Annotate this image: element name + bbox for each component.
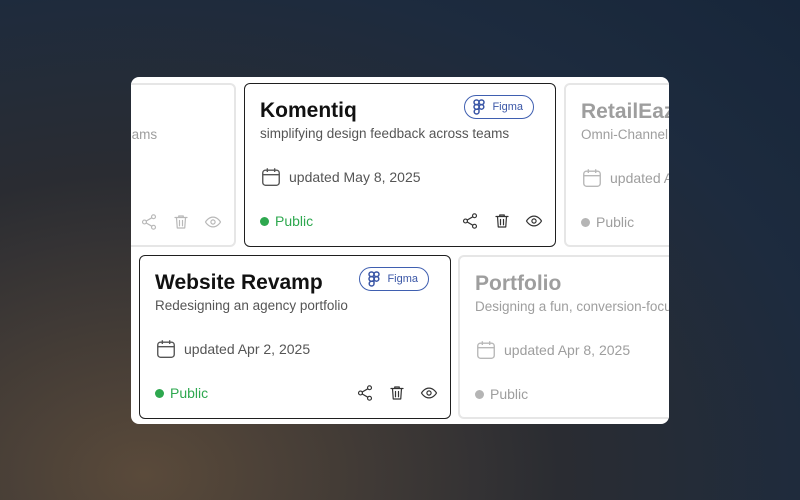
card-actions <box>461 212 543 230</box>
updated-date: updated Apr 2, 2025 <box>184 341 311 357</box>
calendar-icon <box>260 166 282 188</box>
updated-date: updated Apr 8, 2025 <box>504 342 631 358</box>
figma-icon <box>368 271 381 287</box>
updated-date: updated May 8, 2025 <box>289 169 421 185</box>
figma-badge[interactable]: Figma <box>359 267 429 291</box>
status-dot <box>155 388 164 398</box>
project-card-website-revamp[interactable]: Website Revamp Figma Redesigning an agen… <box>139 255 451 419</box>
project-card-retaileaze[interactable]: RetailEaze Omni-Channel updated Apr Publ… <box>564 83 669 247</box>
figma-icon <box>473 99 486 115</box>
status-label: Public <box>596 214 635 230</box>
project-title: RetailEaze <box>581 100 669 123</box>
project-description: Omni-Channel <box>581 127 669 142</box>
card-actions <box>140 213 222 231</box>
project-description: Designing a fun, conversion-focused <box>475 299 669 314</box>
projects-panel: simplifying design feedback across teams… <box>131 77 669 424</box>
share-icon[interactable] <box>356 384 374 402</box>
visibility-status: Public <box>155 385 208 401</box>
updated-row: updated Apr 8, 2025 <box>475 339 630 361</box>
project-title: Komentiq <box>260 99 357 122</box>
project-card[interactable]: simplifying design feedback across teams <box>131 83 236 247</box>
visibility-status: Public <box>581 214 634 230</box>
calendar-icon <box>475 339 497 361</box>
project-card-komentiq[interactable]: Komentiq Figma simplifying design feedba… <box>244 83 556 247</box>
share-icon[interactable] <box>461 212 479 230</box>
updated-row: updated May 8, 2025 <box>260 166 421 188</box>
trash-icon[interactable] <box>493 212 511 230</box>
updated-date: updated Apr <box>610 170 669 186</box>
badge-label: Figma <box>387 273 418 285</box>
trash-icon[interactable] <box>388 384 406 402</box>
project-description: simplifying design feedback across teams <box>131 127 158 142</box>
status-dot <box>260 216 269 226</box>
project-title: Website Revamp <box>155 271 323 294</box>
badge-label: Figma <box>492 101 523 113</box>
status-dot <box>581 217 590 227</box>
project-description: Redesigning an agency portfolio <box>155 298 348 313</box>
updated-row: updated Apr 2, 2025 <box>155 338 310 360</box>
visibility-status: Public <box>260 213 313 229</box>
status-label: Public <box>490 386 529 402</box>
updated-row: updated Apr <box>581 167 669 189</box>
project-card-portfolio[interactable]: Portfolio Designing a fun, conversion-fo… <box>458 255 669 419</box>
status-label: Public <box>275 213 314 229</box>
trash-icon[interactable] <box>172 213 190 231</box>
card-actions <box>356 384 438 402</box>
visibility-status: Public <box>475 386 528 402</box>
eye-icon[interactable] <box>525 212 543 230</box>
status-label: Public <box>170 385 209 401</box>
status-dot <box>475 389 484 399</box>
share-icon[interactable] <box>140 213 158 231</box>
project-description: simplifying design feedback across teams <box>260 126 510 141</box>
eye-icon[interactable] <box>204 213 222 231</box>
calendar-icon <box>155 338 177 360</box>
eye-icon[interactable] <box>420 384 438 402</box>
calendar-icon <box>581 167 603 189</box>
project-title: Portfolio <box>475 272 562 295</box>
figma-badge[interactable]: Figma <box>464 95 534 119</box>
